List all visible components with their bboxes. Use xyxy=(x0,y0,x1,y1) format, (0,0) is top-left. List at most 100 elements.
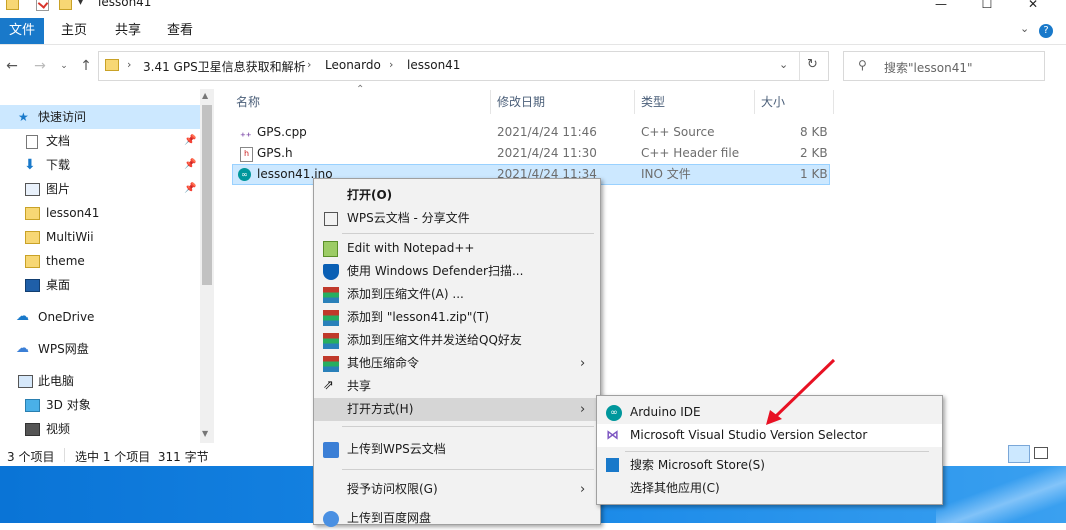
recent-locations-icon[interactable]: ⌄ xyxy=(54,54,74,78)
search-input[interactable]: ⚲ 搜索"lesson41" xyxy=(843,51,1045,81)
sidebar-item-lesson41[interactable]: lesson41 xyxy=(0,201,200,225)
sidebar-item-videos[interactable]: 视频 xyxy=(0,417,200,441)
annotation-arrow-shaft xyxy=(772,358,836,420)
menu-item-upload-wps[interactable]: 上传到WPS云文档 xyxy=(314,438,600,461)
refresh-icon[interactable]: ↻ xyxy=(807,57,818,72)
chevron-down-icon[interactable]: ⌄ xyxy=(1020,22,1029,35)
file-date: 2021/4/24 11:46 xyxy=(497,125,597,139)
sidebar-item-multiwii[interactable]: MultiWii xyxy=(0,225,200,249)
menu-item-grant-access[interactable]: 授予访问权限(G) › xyxy=(314,478,600,501)
file-type: C++ Header file xyxy=(641,146,740,160)
sidebar-item-label: 3D 对象 xyxy=(46,398,91,412)
sidebar-item-pictures[interactable]: 图片 📌 xyxy=(0,177,200,201)
file-size: 2 KB xyxy=(800,146,828,160)
help-icon[interactable]: ? xyxy=(1039,24,1053,38)
large-icons-view-icon[interactable] xyxy=(1034,447,1048,459)
column-divider[interactable] xyxy=(490,90,491,114)
menu-item-open[interactable]: 打开(O) xyxy=(314,184,600,207)
sidebar-item-label: OneDrive xyxy=(38,310,95,324)
new-folder-icon[interactable] xyxy=(59,0,72,10)
annotation-arrow-icon xyxy=(766,358,836,425)
menu-item-label: 打开方式(H) xyxy=(347,402,414,416)
details-view-icon[interactable] xyxy=(1008,445,1030,463)
file-row[interactable]: h GPS.h 2021/4/24 11:30 C++ Header file … xyxy=(232,143,830,164)
sidebar-item-label: WPS网盘 xyxy=(38,342,89,356)
sidebar-item-quick-access[interactable]: ★ 快速访问 xyxy=(0,105,200,129)
search-icon: ⚲ xyxy=(858,58,867,72)
menu-item-wps-share[interactable]: WPS云文档 - 分享文件 xyxy=(314,207,600,230)
column-divider[interactable] xyxy=(833,90,834,114)
tab-home[interactable]: 主页 xyxy=(52,18,96,44)
menu-item-upload-baidu[interactable]: 上传到百度网盘 xyxy=(314,507,600,530)
column-divider[interactable] xyxy=(634,90,635,114)
sidebar-item-label: lesson41 xyxy=(46,206,100,220)
column-header-date[interactable]: 修改日期 xyxy=(497,90,545,114)
winrar-icon xyxy=(323,310,339,326)
column-header-size[interactable]: 大小 xyxy=(761,90,785,114)
menu-item-label: 搜索 Microsoft Store(S) xyxy=(630,458,765,472)
menu-separator xyxy=(342,233,594,234)
menu-item-add-archive[interactable]: 添加到压缩文件(A) ... xyxy=(314,283,600,306)
sidebar-item-label: 快速访问 xyxy=(38,110,87,124)
menu-item-open-with[interactable]: 打开方式(H) › xyxy=(314,398,600,421)
file-size: 8 KB xyxy=(800,125,828,139)
menu-item-share[interactable]: ⇗ 共享 xyxy=(314,375,600,398)
cloud-icon: ☁ xyxy=(16,309,29,324)
tab-share[interactable]: 共享 xyxy=(106,18,150,44)
sidebar-item-this-pc[interactable]: 此电脑 xyxy=(0,369,200,393)
column-divider[interactable] xyxy=(754,90,755,114)
breadcrumb-item[interactable]: 3.41 GPS卫星信息获取和解析 xyxy=(143,58,306,75)
file-row[interactable]: ⁺⁺ GPS.cpp 2021/4/24 11:46 C++ Source 8 … xyxy=(232,122,830,143)
pin-icon: 📌 xyxy=(184,159,197,170)
divider xyxy=(799,52,800,80)
address-dropdown-icon[interactable]: ⌄ xyxy=(779,58,788,71)
menu-item-add-zip[interactable]: 添加到 "lesson41.zip"(T) xyxy=(314,306,600,329)
minimize-button[interactable]: — xyxy=(918,0,964,14)
tab-file[interactable]: 文件 xyxy=(0,18,44,44)
file-name: GPS.h xyxy=(257,146,293,160)
sidebar-item-label: MultiWii xyxy=(46,230,94,244)
sidebar-item-documents[interactable]: 文档 📌 xyxy=(0,129,200,153)
breadcrumb-item[interactable]: lesson41 xyxy=(407,58,460,72)
wps-cloud-icon: ☁ xyxy=(16,341,29,356)
close-button[interactable]: ✕ xyxy=(1010,0,1056,14)
file-date: 2021/4/24 11:30 xyxy=(497,146,597,160)
nav-scrollbar[interactable]: ▲ ▼ xyxy=(200,89,214,443)
pin-icon: 📌 xyxy=(184,183,197,194)
folder-icon xyxy=(6,0,19,10)
properties-icon[interactable] xyxy=(36,0,49,11)
winrar-icon xyxy=(323,356,339,372)
column-header-name[interactable]: 名称 xyxy=(236,90,260,114)
menu-item-store[interactable]: 搜索 Microsoft Store(S) xyxy=(597,454,942,477)
sidebar-item-3d-objects[interactable]: 3D 对象 xyxy=(0,393,200,417)
chevron-right-icon: › xyxy=(580,482,586,497)
menu-item-choose-other[interactable]: 选择其他应用(C) xyxy=(597,477,942,500)
customize-quick-access-icon[interactable]: ▾ xyxy=(78,0,83,8)
pin-icon: 📌 xyxy=(184,135,197,146)
sidebar-item-theme[interactable]: theme xyxy=(0,249,200,273)
address-bar[interactable]: › 3.41 GPS卫星信息获取和解析 › Leonardo › lesson4… xyxy=(98,51,829,81)
menu-item-other-compress[interactable]: 其他压缩命令 › xyxy=(314,352,600,375)
sidebar-item-wps[interactable]: ☁ WPS网盘 xyxy=(0,337,200,361)
up-button[interactable]: ↑ xyxy=(76,54,96,78)
file-type: INO 文件 xyxy=(641,167,691,181)
back-button[interactable]: ← xyxy=(2,54,22,78)
menu-separator xyxy=(342,469,594,470)
breadcrumb-item[interactable]: Leonardo xyxy=(325,58,381,72)
maximize-button[interactable]: ☐ xyxy=(964,0,1010,14)
menu-item-notepadpp[interactable]: Edit with Notepad++ xyxy=(314,237,600,260)
scroll-down-icon[interactable]: ▼ xyxy=(202,429,208,438)
pictures-icon xyxy=(25,183,40,196)
menu-item-label: 其他压缩命令 xyxy=(347,356,420,370)
menu-item-add-send-qq[interactable]: 添加到压缩文件并发送给QQ好友 xyxy=(314,329,600,352)
forward-button[interactable]: → xyxy=(30,54,50,78)
scroll-up-icon[interactable]: ▲ xyxy=(202,91,208,100)
sidebar-item-onedrive[interactable]: ☁ OneDrive xyxy=(0,305,200,329)
winrar-icon xyxy=(323,287,339,303)
sidebar-item-desktop[interactable]: 桌面 xyxy=(0,273,200,297)
sidebar-item-downloads[interactable]: ⬇ 下载 📌 xyxy=(0,153,200,177)
scrollbar-thumb[interactable] xyxy=(202,105,212,285)
column-header-type[interactable]: 类型 xyxy=(641,90,665,114)
tab-view[interactable]: 查看 xyxy=(158,18,202,44)
menu-item-defender[interactable]: 使用 Windows Defender扫描... xyxy=(314,260,600,283)
